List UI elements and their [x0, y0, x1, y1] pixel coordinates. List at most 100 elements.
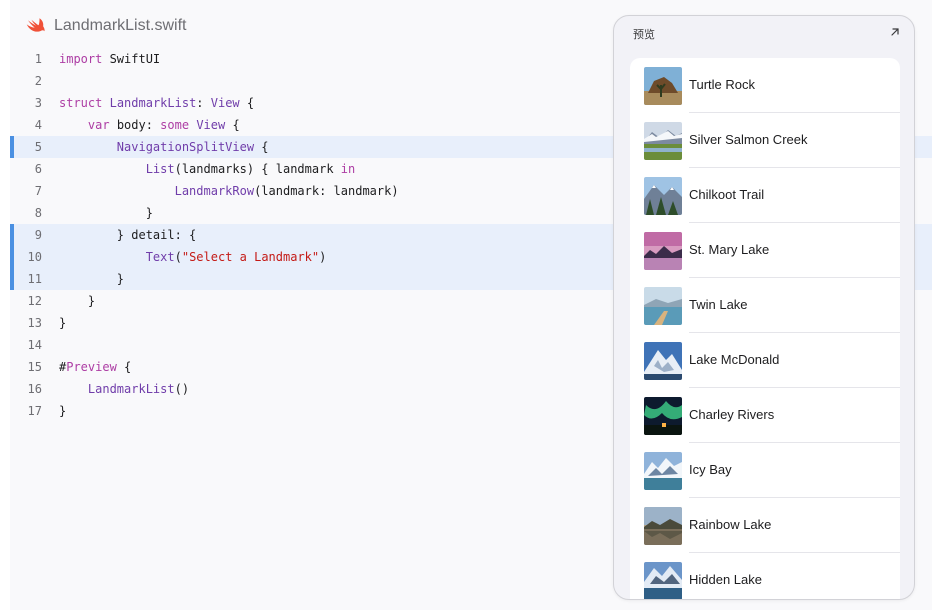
line-number: 4 [34, 118, 42, 132]
landmark-thumbnail [644, 342, 682, 380]
code-text: LandmarkList() [59, 378, 189, 400]
line-number: 5 [34, 140, 42, 154]
code-token: LandmarkList [87, 382, 175, 396]
code-text: struct LandmarkList: View { [59, 92, 254, 114]
code-token: { [225, 118, 240, 132]
code-text: } [59, 268, 124, 290]
landmark-name: Icy Bay [689, 462, 732, 477]
code-token: LandmarkRow [174, 184, 255, 198]
code-token: } [59, 272, 125, 286]
code-token: View [210, 96, 240, 110]
expand-arrow-icon[interactable] [888, 25, 902, 39]
code-token: } [59, 404, 67, 418]
code-token: import [59, 52, 103, 66]
landmark-thumbnail [644, 177, 682, 215]
code-token: { [254, 140, 269, 154]
landmark-thumbnail [644, 452, 682, 490]
line-number: 3 [34, 96, 42, 110]
file-header: LandmarkList.swift [26, 15, 187, 37]
code-token: "Select a Landmark" [181, 250, 320, 264]
landmark-thumbnail [644, 507, 682, 545]
code-token: SwiftUI [102, 52, 161, 66]
code-token: () [174, 382, 190, 396]
code-token: : [196, 96, 211, 110]
code-text: LandmarkRow(landmark: landmark) [59, 180, 399, 202]
landmark-name: Rainbow Lake [689, 517, 772, 532]
code-token: body: [109, 118, 161, 132]
code-token: (landmark: landmark) [254, 184, 399, 198]
line-number: 13 [27, 316, 42, 330]
landmark-name: Silver Salmon Creek [689, 132, 808, 147]
file-name: LandmarkList.swift [54, 17, 187, 34]
code-token: List [145, 162, 175, 176]
code-text: } [59, 400, 66, 422]
preview-header: 预览 [614, 16, 914, 50]
code-text: List(landmarks) { landmark in [59, 158, 356, 180]
code-token: in [340, 162, 356, 176]
code-token: struct [59, 96, 103, 110]
landmark-name: Lake McDonald [689, 352, 780, 367]
landmark-thumbnail [644, 397, 682, 435]
landmark-name: Turtle Rock [689, 77, 755, 92]
code-token: Text [145, 250, 175, 264]
code-token: { [116, 360, 132, 374]
code-token: NavigationSplitView [116, 140, 255, 154]
landmark-row[interactable]: Turtle Rock [630, 58, 900, 113]
code-token: LandmarkList [109, 96, 197, 110]
code-text: } detail: { [59, 224, 196, 246]
line-number: 1 [34, 52, 42, 66]
landmark-thumbnail [644, 562, 682, 599]
code-token: some [160, 118, 190, 132]
code-token: } detail: { [59, 228, 197, 242]
landmark-row[interactable]: Twin Lake [630, 278, 900, 333]
line-number: 16 [27, 382, 42, 396]
code-token: ( [174, 250, 182, 264]
code-token: ) [319, 250, 327, 264]
code-token: } [59, 316, 67, 330]
code-token: var [87, 118, 110, 132]
preview-title: 预览 [633, 28, 655, 41]
landmark-name: Hidden Lake [689, 572, 762, 587]
landmark-name: Charley Rivers [689, 407, 775, 422]
landmark-row[interactable]: Lake McDonald [630, 333, 900, 388]
landmark-name: Twin Lake [689, 297, 748, 312]
code-text: } [59, 290, 95, 312]
code-token: { [239, 96, 255, 110]
landmark-row[interactable]: Chilkoot Trail [630, 168, 900, 223]
landmark-row[interactable]: Rainbow Lake [630, 498, 900, 553]
landmark-row[interactable]: St. Mary Lake [630, 223, 900, 278]
code-text: NavigationSplitView { [59, 136, 269, 158]
code-token: } [59, 294, 96, 308]
landmark-thumbnail [644, 67, 682, 105]
line-number: 6 [34, 162, 42, 176]
line-number: 7 [34, 184, 42, 198]
line-number: 17 [27, 404, 42, 418]
code-token: (landmarks) { landmark [174, 162, 341, 176]
line-number: 10 [27, 250, 42, 264]
code-text: Text("Select a Landmark") [59, 246, 327, 268]
line-number: 14 [27, 338, 42, 352]
line-number: 2 [34, 74, 42, 88]
landmark-row[interactable]: Icy Bay [630, 443, 900, 498]
preview-panel: 预览 Turtle Rock Silver Salmon Creek Chilkoo… [613, 15, 915, 600]
code-text: #Preview { [59, 356, 131, 378]
code-text: } [59, 202, 153, 224]
landmark-thumbnail [644, 122, 682, 160]
landmark-row[interactable]: Hidden Lake [630, 553, 900, 599]
line-number: 8 [34, 206, 42, 220]
swift-logo-icon [26, 18, 45, 32]
landmark-list[interactable]: Turtle Rock Silver Salmon Creek Chilkoot T… [630, 58, 900, 599]
code-text: var body: some View { [59, 114, 240, 136]
landmark-name: Chilkoot Trail [689, 187, 765, 202]
landmark-row[interactable]: Charley Rivers [630, 388, 900, 443]
landmark-thumbnail [644, 287, 682, 325]
code-token: Preview [66, 360, 117, 374]
code-token: View [196, 118, 226, 132]
landmark-row[interactable]: Silver Salmon Creek [630, 113, 900, 168]
